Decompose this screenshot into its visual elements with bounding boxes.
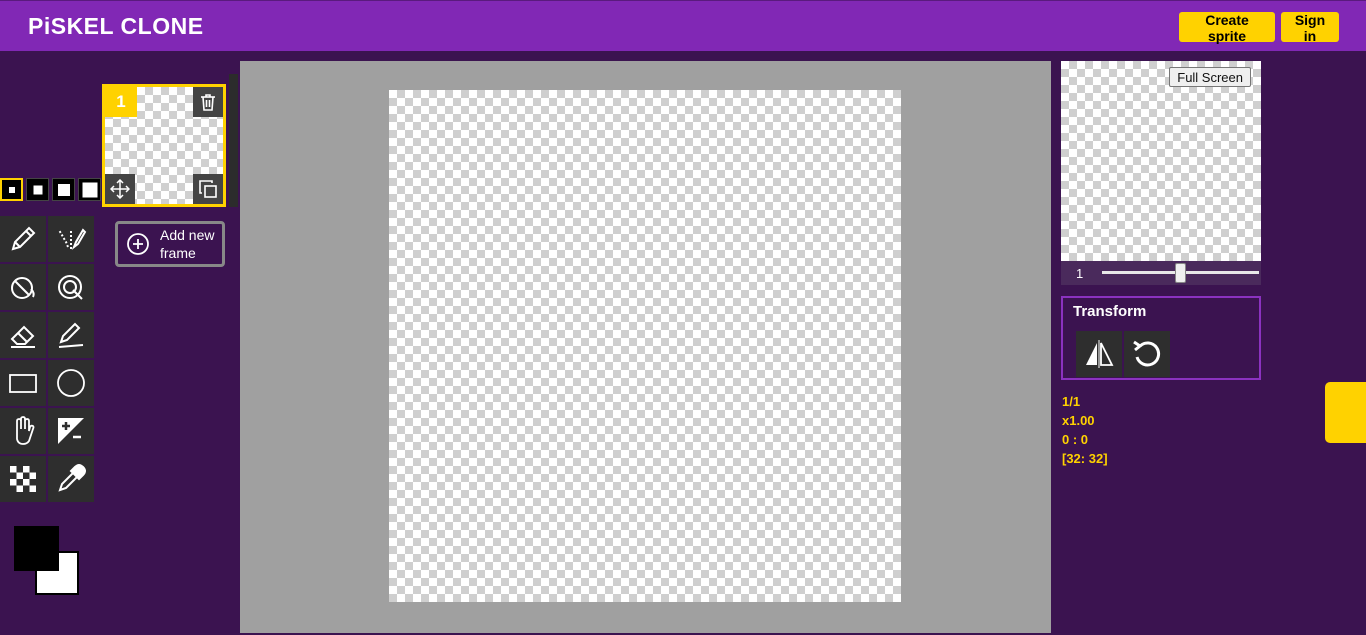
pen-size-2[interactable] xyxy=(26,178,49,201)
trash-icon xyxy=(201,94,215,111)
transform-panel: Transform xyxy=(1061,296,1261,380)
lighten-darken-icon xyxy=(58,418,84,444)
pencil-icon xyxy=(11,226,36,251)
create-sprite-button[interactable]: Create sprite xyxy=(1179,12,1275,44)
rectangle-tool[interactable] xyxy=(0,360,46,406)
hand-icon xyxy=(16,416,35,445)
fps-value: 1 xyxy=(1076,266,1084,281)
color-swatches xyxy=(14,526,80,596)
drawing-canvas[interactable] xyxy=(389,90,901,602)
cursor-coordinates: 0 : 0 xyxy=(1062,432,1089,447)
fps-control: 1 xyxy=(1061,261,1261,285)
magic-bucket-icon xyxy=(58,275,83,300)
canvas-size: [32: 32] xyxy=(1062,451,1108,466)
fps-slider-thumb[interactable] xyxy=(1175,263,1186,283)
frame-thumbnail-1[interactable]: 1 xyxy=(102,84,226,207)
drawing-stage xyxy=(240,61,1051,633)
move-frame-handle[interactable] xyxy=(105,174,135,204)
flip-button[interactable] xyxy=(1076,331,1122,377)
rotate-icon xyxy=(1133,340,1161,367)
rectangle-icon xyxy=(9,374,37,393)
pen-size-1[interactable] xyxy=(0,178,23,201)
eyedropper-icon xyxy=(58,464,86,492)
add-frame-button[interactable]: Add new frame xyxy=(115,221,225,267)
paint-all-same-color-tool[interactable] xyxy=(48,264,94,310)
primary-color-swatch[interactable] xyxy=(14,526,59,571)
cursor-info: 1/1 x1.00 0 : 0 [32: 32] xyxy=(1062,392,1108,468)
pen-tool[interactable] xyxy=(0,216,46,262)
rotate-button[interactable] xyxy=(1124,331,1170,377)
transform-title: Transform xyxy=(1073,303,1147,320)
sign-in-button[interactable]: Sign in xyxy=(1281,12,1339,44)
animation-preview: Full Screen xyxy=(1061,61,1261,261)
move-tool[interactable] xyxy=(0,408,46,454)
fullscreen-button[interactable]: Full Screen xyxy=(1169,67,1251,87)
frame-counter: 1/1 xyxy=(1062,394,1081,409)
delete-frame-button[interactable] xyxy=(193,87,223,117)
eraser-icon xyxy=(10,325,35,348)
fps-slider[interactable] xyxy=(1102,263,1259,283)
app-header: PiSKEL CLONE Create sprite Sign in xyxy=(0,0,1366,51)
frame-number: 1 xyxy=(105,87,137,117)
pen-size-4[interactable] xyxy=(78,178,101,201)
mirror-pen-icon xyxy=(58,228,87,250)
pen-size-3[interactable] xyxy=(52,178,75,201)
pen-size-selector xyxy=(0,178,101,201)
app-logo[interactable]: PiSKEL CLONE xyxy=(28,13,204,40)
duplicate-icon xyxy=(199,180,217,198)
settings-drawer-tab[interactable] xyxy=(1325,382,1366,443)
paint-bucket-icon xyxy=(11,277,35,299)
checker-icon xyxy=(10,466,36,492)
paint-bucket-tool[interactable] xyxy=(0,264,46,310)
frames-scrollbar[interactable] xyxy=(229,74,238,207)
add-frame-label: Add new frame xyxy=(160,227,215,261)
plus-circle-icon xyxy=(127,233,149,255)
dithering-tool[interactable] xyxy=(0,456,46,502)
move-arrows-icon xyxy=(110,179,130,199)
circle-tool[interactable] xyxy=(48,360,94,406)
stroke-line-icon xyxy=(58,322,84,348)
duplicate-frame-button[interactable] xyxy=(193,174,223,204)
color-picker-tool[interactable] xyxy=(48,456,94,502)
stroke-tool[interactable] xyxy=(48,312,94,358)
tool-palette xyxy=(0,216,94,502)
vertical-mirror-pen-tool[interactable] xyxy=(48,216,94,262)
flip-icon xyxy=(1086,340,1114,368)
lighten-tool[interactable] xyxy=(48,408,94,454)
zoom-level: x1.00 xyxy=(1062,413,1095,428)
circle-icon xyxy=(57,369,85,397)
eraser-tool[interactable] xyxy=(0,312,46,358)
